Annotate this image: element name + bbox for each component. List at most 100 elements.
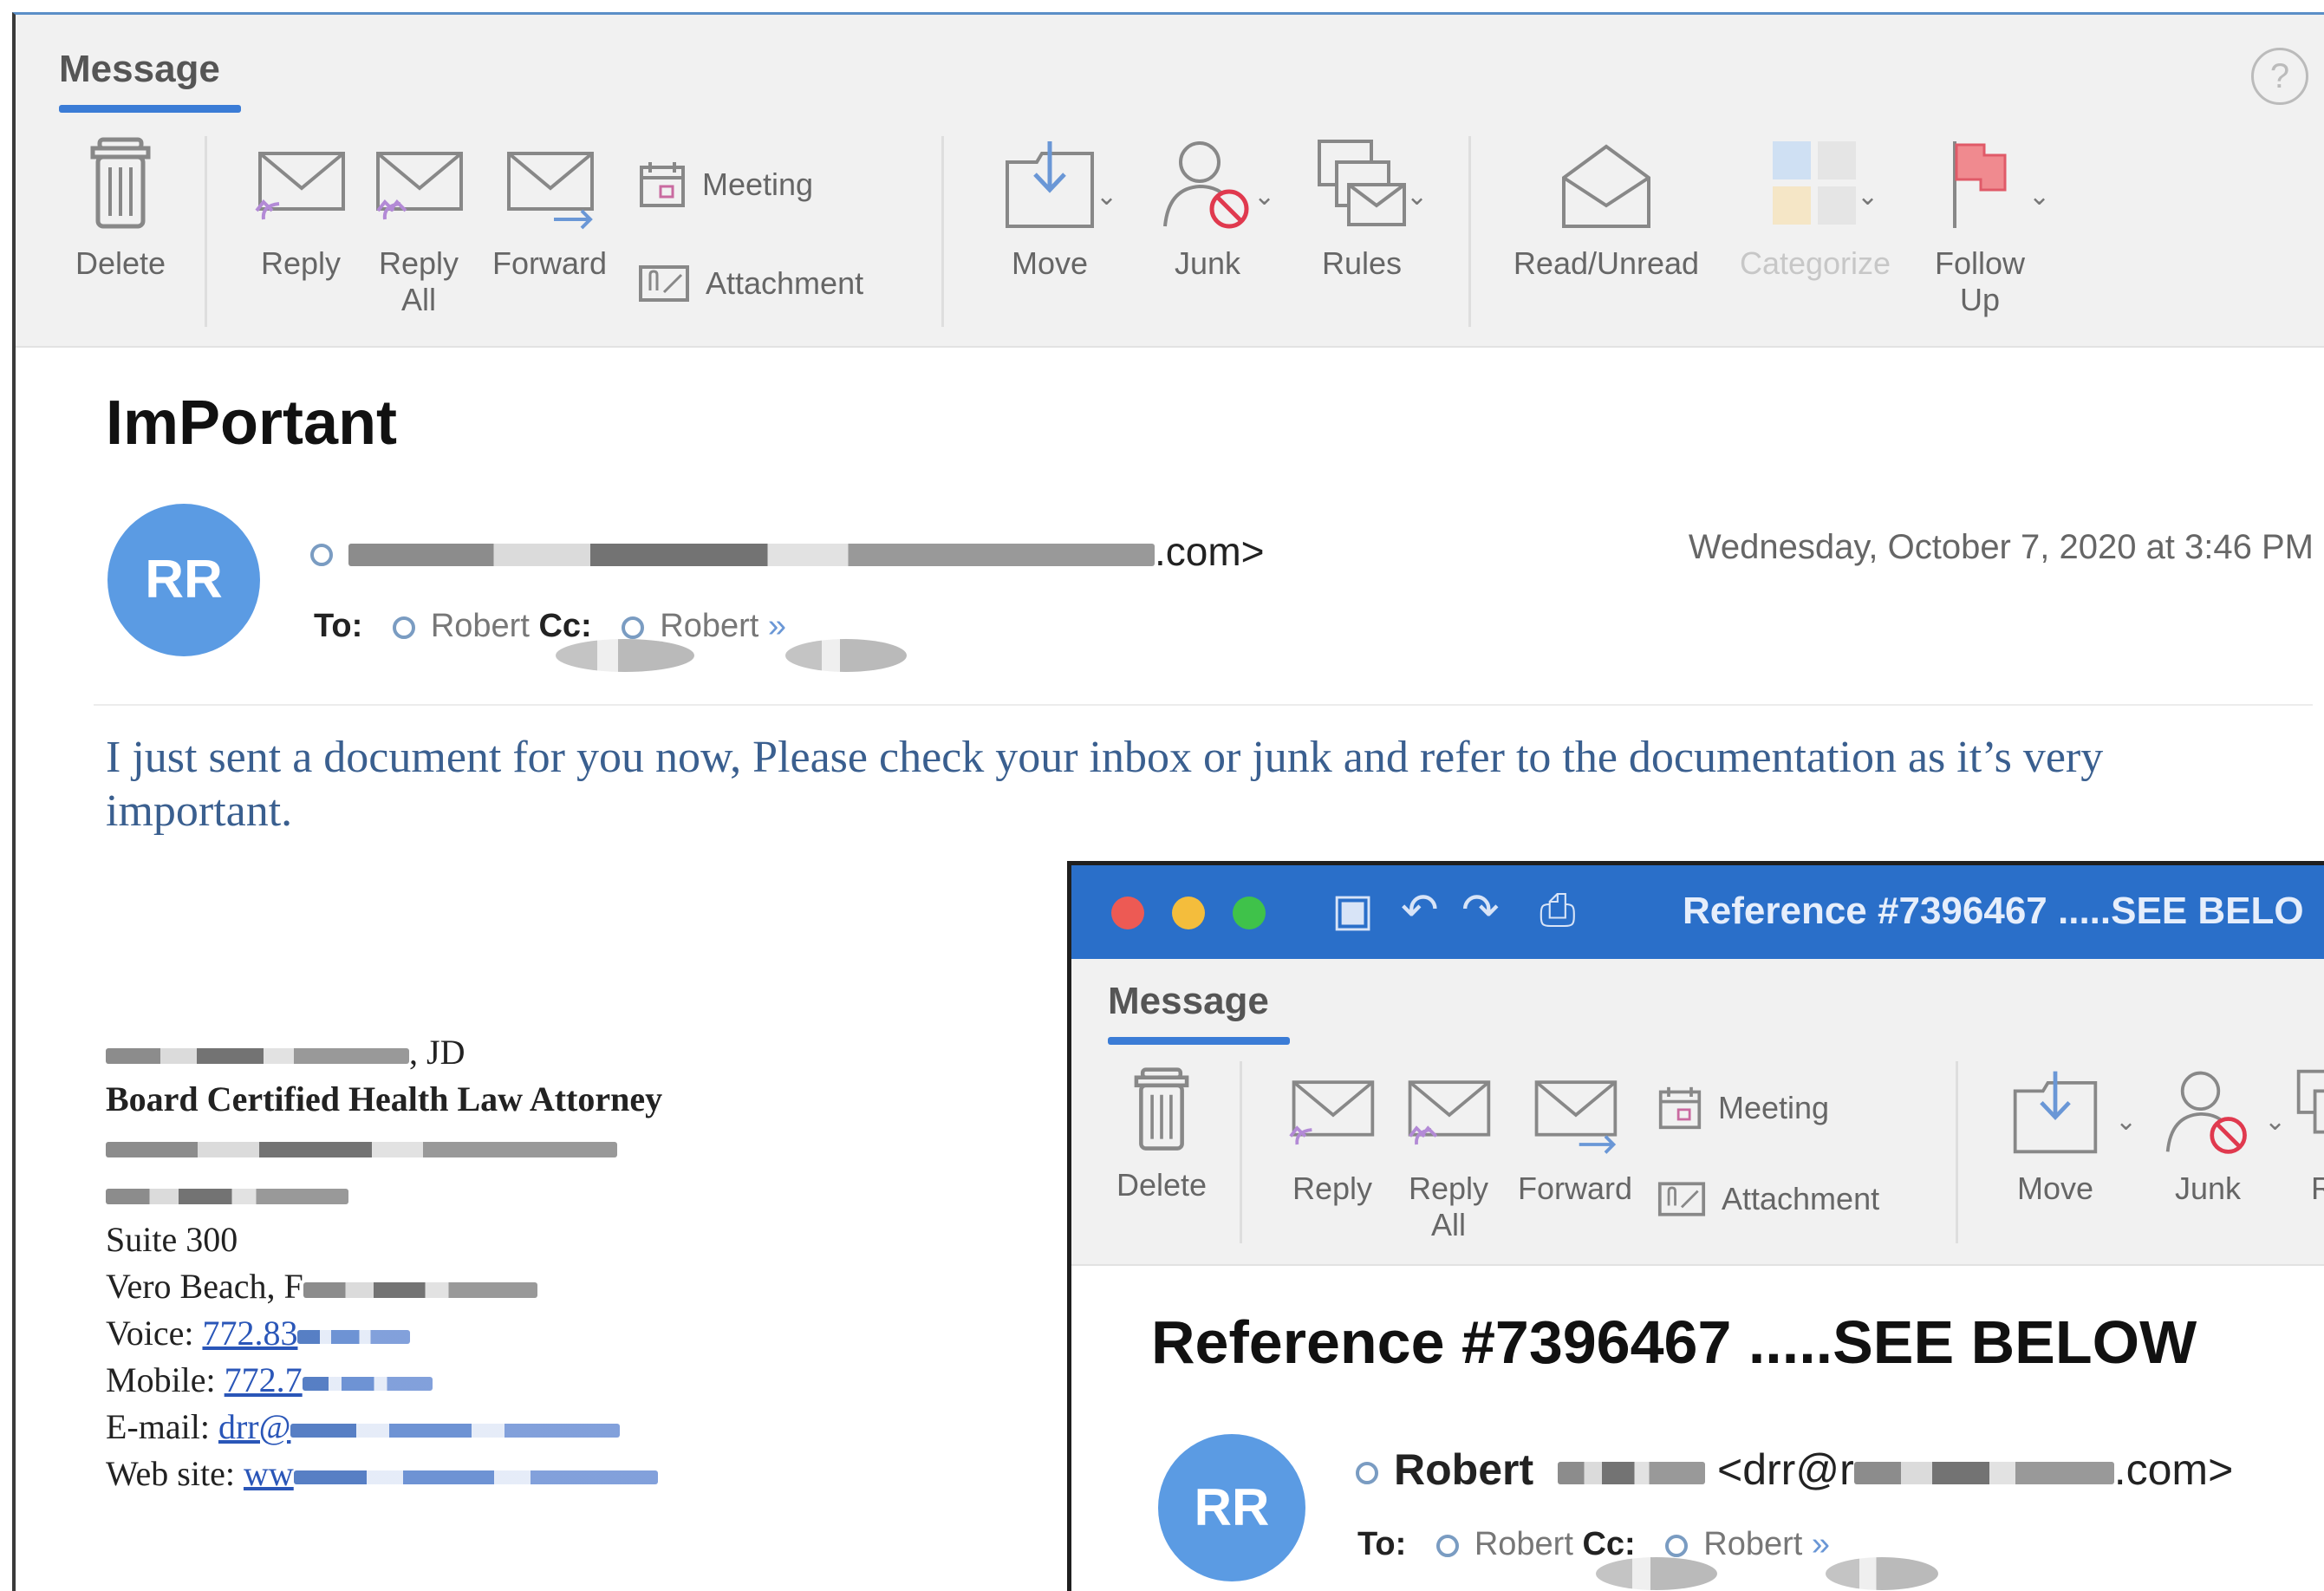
move-dropdown-chevron-icon[interactable]: ⌄ (1096, 181, 1117, 212)
print-icon[interactable]: ⎙ (1540, 884, 1576, 937)
inset-sender-line[interactable]: Robert <drr@r .com> (1356, 1444, 2233, 1495)
redacted-sender-domain (1853, 1461, 2114, 1484)
zoom-window-button[interactable] (1233, 897, 1266, 929)
read-unread-button[interactable]: Read/Unread (1498, 136, 1715, 282)
read-unread-label: Read/Unread (1513, 245, 1700, 281)
window-title: Reference #7396467 .....SEE BELO (1683, 890, 2304, 932)
trash-icon (90, 137, 151, 229)
to-label: To: (314, 608, 363, 644)
follow-up-label-1: Follow (1934, 245, 2026, 281)
inset-junk-dropdown-chevron-icon[interactable]: ⌄ (2264, 1106, 2286, 1137)
forward-button[interactable]: Forward (480, 145, 619, 282)
inset-delete-label: Delete (1116, 1167, 1208, 1203)
redacted-cc (1825, 1557, 1938, 1590)
voice-link[interactable]: 772.83 (202, 1314, 297, 1353)
reply-all-button[interactable]: Reply All (362, 145, 475, 318)
follow-up-button[interactable]: Follow Up (1911, 136, 2049, 318)
recipients-line: To: Robert Cc: Robert » (314, 608, 907, 672)
inset-rules-button[interactable]: R (2294, 1066, 2324, 1207)
open-envelope-icon (1562, 144, 1650, 228)
inset-cc-label: Cc: (1582, 1526, 1636, 1562)
rules-dropdown-chevron-icon[interactable]: ⌄ (1406, 181, 1428, 212)
inset-mail-window: ▣ ↶ ↷ ⎙ Reference #7396467 .....SEE BELO… (1067, 861, 2324, 1591)
avatar[interactable]: RR (107, 504, 260, 656)
forward-icon (1534, 1080, 1618, 1154)
minimize-window-button[interactable] (1172, 897, 1205, 929)
meeting-label: Meeting (702, 166, 814, 202)
categorize-icon (1773, 141, 1856, 225)
header-divider (94, 704, 2313, 706)
inset-forward-label: Forward (1517, 1170, 1633, 1206)
meeting-button[interactable]: Meeting (638, 160, 813, 209)
save-icon[interactable]: ▣ (1331, 884, 1374, 936)
signature-suite: Suite 300 (106, 1220, 238, 1259)
junk-icon (2165, 1071, 2247, 1154)
inset-meeting-label: Meeting (1718, 1090, 1830, 1125)
reply-button[interactable]: Reply (244, 145, 357, 282)
expand-recipients-chevron-icon[interactable]: » (768, 608, 786, 644)
ribbon-separator (941, 136, 944, 327)
redo-icon[interactable]: ↷ (1461, 884, 1500, 936)
redacted-voice (297, 1329, 411, 1344)
redacted-mobile (302, 1376, 433, 1391)
redacted-address (106, 1188, 348, 1204)
inset-reply-all-button[interactable]: Reply All (1392, 1073, 1505, 1243)
cc-recipient[interactable]: Robert (660, 608, 758, 644)
tab-message[interactable]: Message (59, 48, 220, 91)
mail-window: Message ? Delete Reply Reply All Forward (12, 12, 2324, 1591)
delete-button[interactable]: Delete (55, 136, 186, 282)
inset-recipients-line: To: Robert Cc: Robert » (1357, 1526, 1938, 1590)
ribbon-toolbar: Message ? Delete Reply Reply All Forward (16, 15, 2324, 348)
signature-city: Vero Beach, F (106, 1263, 662, 1310)
inset-move-dropdown-chevron-icon[interactable]: ⌄ (2115, 1106, 2137, 1137)
presence-icon (392, 616, 415, 639)
redacted-sender (348, 543, 1155, 566)
window-titlebar: ▣ ↶ ↷ ⎙ Reference #7396467 .....SEE BELO (1071, 865, 2324, 959)
inset-cc-recipient[interactable]: Robert (1703, 1526, 1802, 1562)
attachment-button[interactable]: Attachment (638, 264, 863, 303)
signature-voice: Voice: 772.83 (106, 1310, 662, 1357)
undo-icon[interactable]: ↶ (1401, 884, 1439, 936)
website-link[interactable]: ww (244, 1454, 294, 1493)
inset-tab-active-indicator (1108, 1037, 1290, 1045)
presence-icon (310, 543, 333, 566)
help-icon[interactable]: ? (2251, 48, 2308, 105)
presence-icon (622, 616, 645, 639)
signature-web: Web site: ww (106, 1451, 662, 1497)
presence-icon (1665, 1534, 1689, 1557)
inset-tab-message[interactable]: Message (1108, 980, 1269, 1023)
forward-icon (507, 152, 594, 230)
inset-reply-button[interactable]: Reply (1276, 1073, 1389, 1207)
sender-line[interactable]: .com> (310, 528, 1265, 575)
inset-attachment-button[interactable]: Attachment (1657, 1181, 1879, 1217)
inset-to-recipient[interactable]: Robert (1474, 1526, 1573, 1562)
redacted-website (293, 1470, 658, 1484)
inset-move-button[interactable]: Move (1990, 1066, 2120, 1207)
ribbon-separator (1956, 1061, 1958, 1243)
redacted-sender (1558, 1461, 1706, 1484)
junk-dropdown-chevron-icon[interactable]: ⌄ (1253, 181, 1275, 212)
inset-forward-button[interactable]: Forward (1510, 1073, 1640, 1207)
email-link[interactable]: drr@ (218, 1407, 290, 1446)
inset-expand-recipients-chevron-icon[interactable]: » (1812, 1526, 1830, 1562)
inset-avatar[interactable]: RR (1158, 1434, 1305, 1581)
sender-tail: .com> (1155, 529, 1265, 574)
inset-junk-button[interactable]: Junk (2143, 1066, 2273, 1207)
attachment-icon (639, 265, 689, 302)
to-recipient[interactable]: Robert (431, 608, 530, 644)
reply-all-label-2: All (400, 282, 436, 317)
follow-up-dropdown-chevron-icon[interactable]: ⌄ (2028, 181, 2050, 212)
redacted-firm (106, 1141, 617, 1157)
inset-junk-label: Junk (2174, 1170, 2242, 1206)
inset-delete-button[interactable]: Delete (1101, 1066, 1222, 1203)
categorize-dropdown-chevron-icon[interactable]: ⌄ (1857, 181, 1878, 212)
categorize-button[interactable]: Categorize (1720, 136, 1911, 282)
reply-icon (1289, 1080, 1375, 1145)
mobile-link[interactable]: 772.7 (225, 1360, 303, 1399)
inset-meeting-button[interactable]: Meeting (1657, 1086, 1829, 1131)
attachment-icon (1657, 1182, 1706, 1216)
close-window-button[interactable] (1111, 897, 1144, 929)
flag-icon (1953, 141, 2007, 228)
signature-mobile: Mobile: 772.7 (106, 1357, 662, 1404)
inset-sender-name: Robert (1394, 1445, 1534, 1494)
